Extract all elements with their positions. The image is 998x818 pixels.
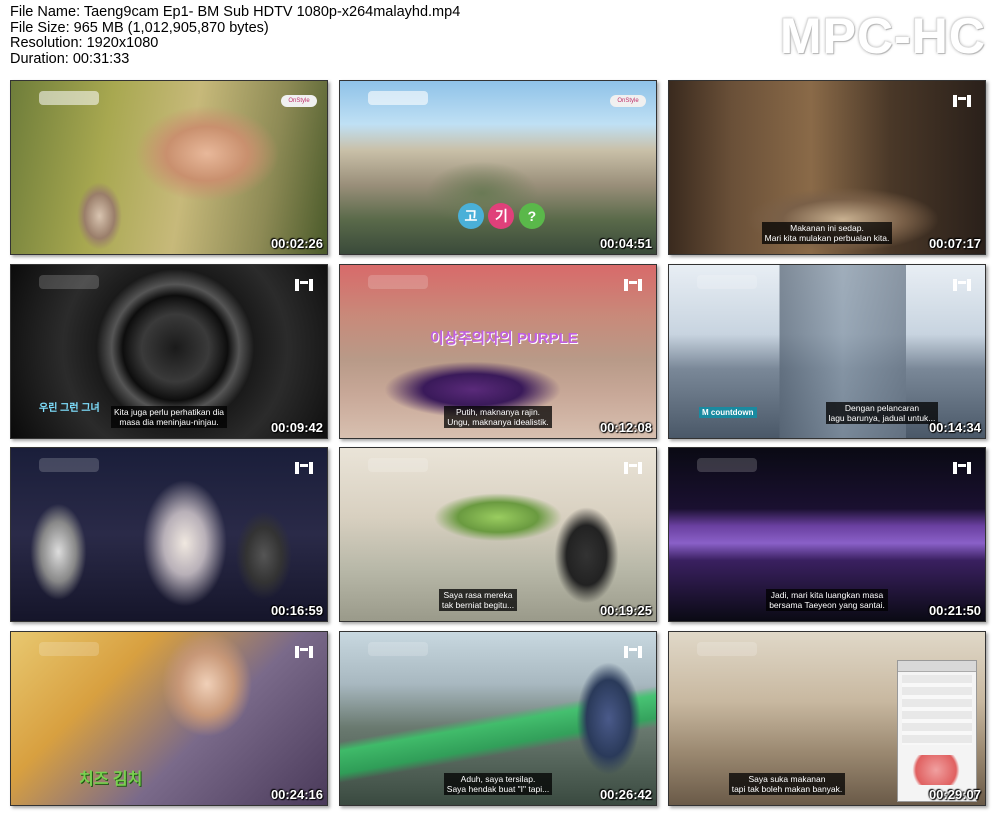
timestamp: 00:02:26 [270,236,323,251]
channel-logo: OnStyle [610,95,646,107]
timestamp: 00:12:08 [599,420,652,435]
mnet-logo [953,279,971,291]
thumbnail-5[interactable]: 이상주의자의 PURPLE Putih, maknanya rajin. Ung… [339,264,657,439]
subtitle: Saya suka makanan tapi tak boleh makan b… [669,773,905,795]
show-logo [39,275,99,289]
caption-letter: 고 [458,203,484,229]
timestamp: 00:04:51 [599,236,652,251]
caption-letter: 기 [488,203,515,229]
chat-panel [897,660,977,802]
caption-letter: ? [518,203,545,229]
mnet-logo [295,279,313,291]
timestamp: 00:29:07 [928,787,981,802]
purple-title: 이상주의자의 PURPLE [430,330,578,347]
mnet-logo [624,646,642,658]
kimchi-caption: 치즈 김치 [79,771,143,788]
thumbnail-11[interactable]: Aduh, saya tersilap. Saya hendak buat "I… [339,631,657,806]
show-logo [368,91,428,105]
star-badge [906,755,966,785]
caption-letters: 고 기 ? [458,203,545,229]
mnet-logo [295,462,313,474]
thumbnail-grid: OnStyle 00:02:26 OnStyle 고 기 ? 00:04:51 … [0,0,998,818]
show-logo [368,642,428,656]
show-logo [368,275,428,289]
timestamp: 00:14:34 [928,420,981,435]
mnet-logo [624,462,642,474]
mnet-logo [953,95,971,107]
timestamp: 00:09:42 [270,420,323,435]
thumbnail-12[interactable]: Saya suka makanan tapi tak boleh makan b… [668,631,986,806]
timestamp: 00:24:16 [270,787,323,802]
thumbnail-8[interactable]: Saya rasa mereka tak berniat begitu... 0… [339,447,657,622]
show-logo [697,642,757,656]
thumbnail-4[interactable]: 우린 그런 그녀 Kita juga perlu perhatikan dia … [10,264,328,439]
thumbnail-6[interactable]: M countdown Dengan pelancaran lagu barun… [668,264,986,439]
show-logo [39,91,99,105]
thumbnail-9[interactable]: Jadi, mari kita luangkan masa bersama Ta… [668,447,986,622]
show-logo [39,458,99,472]
thumbnail-3[interactable]: Makanan ini sedap. Mari kita mulakan per… [668,80,986,255]
timestamp: 00:21:50 [928,603,981,618]
show-logo [39,642,99,656]
thumbnail-1[interactable]: OnStyle 00:02:26 [10,80,328,255]
thumbnail-7[interactable]: 00:16:59 [10,447,328,622]
timestamp: 00:19:25 [599,603,652,618]
show-logo [368,458,428,472]
mnet-logo [624,279,642,291]
show-logo [697,275,757,289]
timestamp: 00:16:59 [270,603,323,618]
show-logo [697,458,757,472]
channel-logo: OnStyle [281,95,317,107]
mnet-logo [953,462,971,474]
thumbnail-2[interactable]: OnStyle 고 기 ? 00:04:51 [339,80,657,255]
timestamp: 00:26:42 [599,787,652,802]
countdown-label: M countdown [699,407,757,418]
thumbnail-10[interactable]: 치즈 김치 00:24:16 [10,631,328,806]
mnet-logo [295,646,313,658]
timestamp: 00:07:17 [928,236,981,251]
